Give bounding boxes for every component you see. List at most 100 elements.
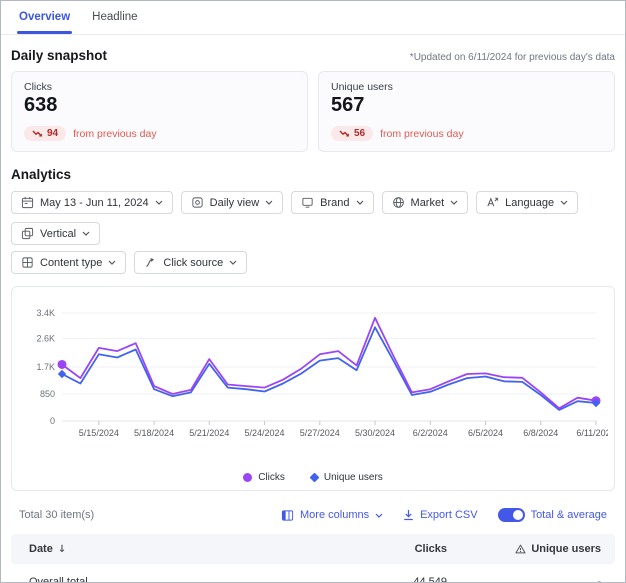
- more-columns-button[interactable]: More columns: [281, 509, 383, 522]
- svg-text:6/11/2024: 6/11/2024: [576, 428, 608, 438]
- brand-filter[interactable]: Brand: [291, 191, 373, 214]
- svg-text:6/2/2024: 6/2/2024: [413, 428, 448, 438]
- click-source-filter[interactable]: Click source: [134, 251, 247, 274]
- clicks-delta-badge: 94: [24, 126, 66, 141]
- category-icon: [21, 227, 34, 240]
- tab-overview[interactable]: Overview: [19, 11, 70, 34]
- chevron-down-icon: [356, 200, 364, 205]
- date-range-filter[interactable]: May 13 - Jun 11, 2024: [11, 191, 173, 214]
- total-average-label: Total & average: [531, 509, 607, 521]
- daily-snapshot-title: Daily snapshot: [11, 48, 107, 63]
- chevron-down-icon: [229, 260, 237, 265]
- filter-row-1: May 13 - Jun 11, 2024 Daily view Brand M…: [11, 191, 615, 245]
- svg-text:1.7K: 1.7K: [36, 362, 55, 372]
- date-range-label: May 13 - Jun 11, 2024: [40, 197, 149, 209]
- svg-text:5/21/2024: 5/21/2024: [189, 428, 229, 438]
- column-header-date[interactable]: Date ↓: [11, 543, 315, 555]
- svg-text:3.4K: 3.4K: [36, 308, 55, 318]
- clicks-legend-label: Clicks: [258, 472, 285, 483]
- toggle-knob: [513, 510, 523, 520]
- translate-icon: [486, 196, 499, 209]
- sort-descending-icon: ↓: [58, 544, 66, 555]
- analytics-chart-card: 0 850 1.7K 2.6K 3.4K 5/15/2024 5/18/2024 5/21/2…: [11, 286, 615, 491]
- svg-text:5/18/2024: 5/18/2024: [134, 428, 174, 438]
- chevron-down-icon: [108, 260, 116, 265]
- data-table: Date ↓ Clicks Unique users Overall total…: [11, 534, 615, 583]
- brand-label: Brand: [320, 197, 349, 209]
- view-icon: [191, 196, 204, 209]
- legend-item-unique-users[interactable]: Unique users: [311, 472, 383, 483]
- warning-triangle-icon: [515, 544, 526, 554]
- calendar-icon: [21, 196, 34, 209]
- unique-users-legend-label: Unique users: [324, 472, 383, 483]
- unique-users-header-label: Unique users: [531, 543, 601, 555]
- vertical-filter[interactable]: Vertical: [11, 222, 100, 245]
- unique-users-delta-suffix: from previous day: [380, 128, 463, 140]
- filter-row-2: Content type Click source: [11, 251, 615, 274]
- chevron-down-icon: [450, 200, 458, 205]
- snapshot-cards: Clicks 638 94 from previous day Unique u…: [11, 71, 615, 152]
- content-type-filter[interactable]: Content type: [11, 251, 126, 274]
- clicks-delta-suffix: from previous day: [73, 128, 156, 140]
- globe-icon: [392, 196, 405, 209]
- row-label: Overall total: [11, 576, 315, 583]
- export-csv-button[interactable]: Export CSV: [403, 509, 477, 521]
- chevron-down-icon: [375, 513, 383, 518]
- tab-bar: Overview Headline: [1, 1, 625, 35]
- language-label: Language: [505, 197, 554, 209]
- market-filter[interactable]: Market: [382, 191, 469, 214]
- unique-users-card: Unique users 567 56 from previous day: [318, 71, 615, 152]
- legend-item-clicks[interactable]: Clicks: [243, 472, 285, 483]
- svg-text:5/15/2024: 5/15/2024: [79, 428, 119, 438]
- content-type-label: Content type: [40, 257, 102, 269]
- chevron-down-icon: [155, 200, 163, 205]
- cursor-arrow-icon: [144, 256, 157, 269]
- analytics-title: Analytics: [11, 167, 71, 182]
- market-label: Market: [411, 197, 445, 209]
- export-csv-label: Export CSV: [420, 509, 477, 521]
- view-granularity-filter[interactable]: Daily view: [181, 191, 284, 214]
- unique-users-delta-badge: 56: [331, 126, 373, 141]
- grid-icon: [21, 256, 34, 269]
- total-average-toggle[interactable]: [498, 508, 525, 522]
- trend-down-icon: [339, 130, 350, 138]
- date-header-label: Date: [29, 543, 53, 555]
- table-header-row: Date ↓ Clicks Unique users: [11, 534, 615, 564]
- svg-text:5/27/2024: 5/27/2024: [300, 428, 340, 438]
- svg-text:6/5/2024: 6/5/2024: [468, 428, 503, 438]
- row-unique-users-value: -: [465, 576, 615, 583]
- column-header-clicks[interactable]: Clicks: [315, 543, 465, 555]
- chevron-down-icon: [82, 231, 90, 236]
- clicks-card: Clicks 638 94 from previous day: [11, 71, 308, 152]
- unique-users-legend-marker: [309, 472, 319, 482]
- clicks-card-label: Clicks: [24, 81, 295, 93]
- svg-text:5/24/2024: 5/24/2024: [245, 428, 285, 438]
- clicks-delta-value: 94: [47, 128, 58, 139]
- column-header-unique-users[interactable]: Unique users: [465, 543, 615, 555]
- svg-text:2.6K: 2.6K: [36, 333, 55, 343]
- chart-legend: Clicks Unique users: [20, 466, 606, 488]
- table-row-overall-total: Overall total 44,549 -: [11, 564, 615, 583]
- clicks-legend-marker: [243, 473, 252, 482]
- unique-users-delta-value: 56: [354, 128, 365, 139]
- updated-note: *Updated on 6/11/2024 for previous day's…: [410, 52, 615, 63]
- trend-down-icon: [32, 130, 43, 138]
- view-granularity-label: Daily view: [210, 197, 260, 209]
- unique-users-card-label: Unique users: [331, 81, 602, 93]
- svg-text:5/30/2024: 5/30/2024: [355, 428, 395, 438]
- columns-icon: [281, 509, 294, 522]
- table-summary: Total 30 item(s): [19, 509, 94, 521]
- dashboard-page: Overview Headline Daily snapshot *Update…: [0, 0, 626, 583]
- tab-headline[interactable]: Headline: [92, 11, 137, 34]
- language-filter[interactable]: Language: [476, 191, 578, 214]
- more-columns-label: More columns: [300, 509, 369, 521]
- monitor-icon: [301, 196, 314, 209]
- download-icon: [403, 509, 414, 521]
- svg-text:850: 850: [40, 389, 55, 399]
- total-average-toggle-group: Total & average: [498, 508, 607, 522]
- svg-text:0: 0: [50, 416, 55, 426]
- clicks-card-value: 638: [24, 94, 295, 117]
- row-clicks-value: 44,549: [315, 576, 465, 583]
- svg-text:6/8/2024: 6/8/2024: [523, 428, 558, 438]
- analytics-line-chart[interactable]: 0 850 1.7K 2.6K 3.4K 5/15/2024 5/18/2024 5/21/2…: [20, 299, 608, 461]
